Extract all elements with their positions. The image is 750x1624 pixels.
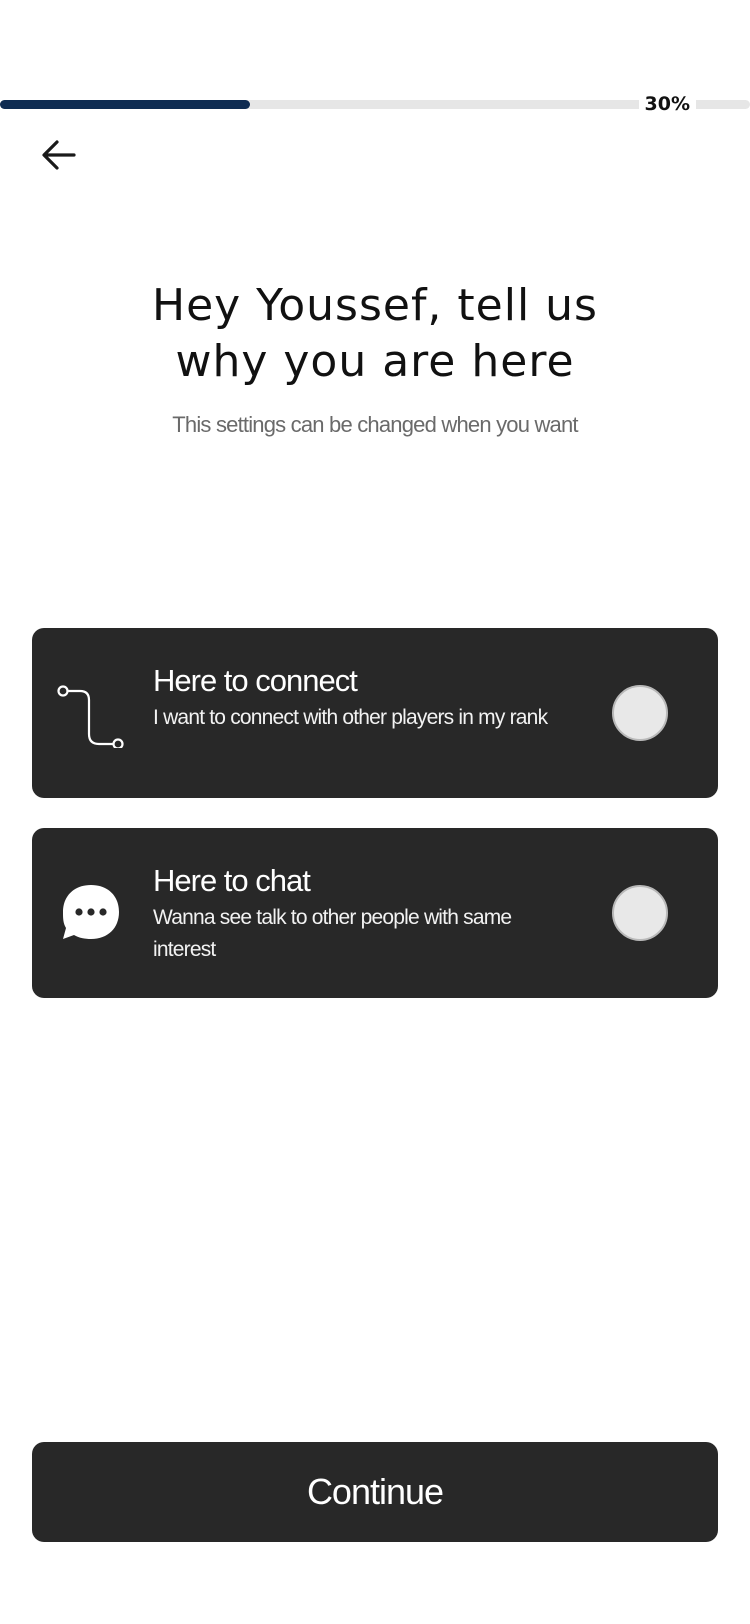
progress-track [0, 100, 750, 109]
progress-bar: 30% [0, 92, 750, 116]
progress-percent-label: 30% [638, 92, 696, 116]
progress-fill [0, 100, 250, 109]
option-title: Here to connect [153, 663, 358, 698]
arrow-left-icon [42, 140, 76, 170]
page-title-line-1: Hey Youssef, tell us [152, 280, 598, 331]
option-radio-connect[interactable] [612, 685, 668, 741]
page-title: Hey Youssef, tell us why you are here [0, 278, 750, 390]
route-icon [56, 678, 126, 748]
back-button[interactable] [36, 133, 80, 177]
option-text-connect: Here to connect I want to connect with o… [153, 662, 553, 734]
page-subtitle: This settings can be changed when you wa… [172, 412, 578, 437]
option-card-chat[interactable]: Here to chat Wanna see talk to other peo… [32, 828, 718, 998]
chat-bubble-icon [56, 878, 126, 948]
page-title-line-2: why you are here [175, 336, 575, 387]
onboarding-screen: 30% Hey Youssef, tell us why you are her… [0, 0, 750, 1624]
option-description: Wanna see talk to other people with same… [153, 906, 512, 961]
option-text-chat: Here to chat Wanna see talk to other peo… [153, 862, 553, 966]
option-description: I want to connect with other players in … [153, 706, 548, 729]
continue-button[interactable]: Continue [32, 1442, 718, 1542]
option-card-connect[interactable]: Here to connect I want to connect with o… [32, 628, 718, 798]
option-title: Here to chat [153, 863, 311, 898]
option-radio-chat[interactable] [612, 885, 668, 941]
